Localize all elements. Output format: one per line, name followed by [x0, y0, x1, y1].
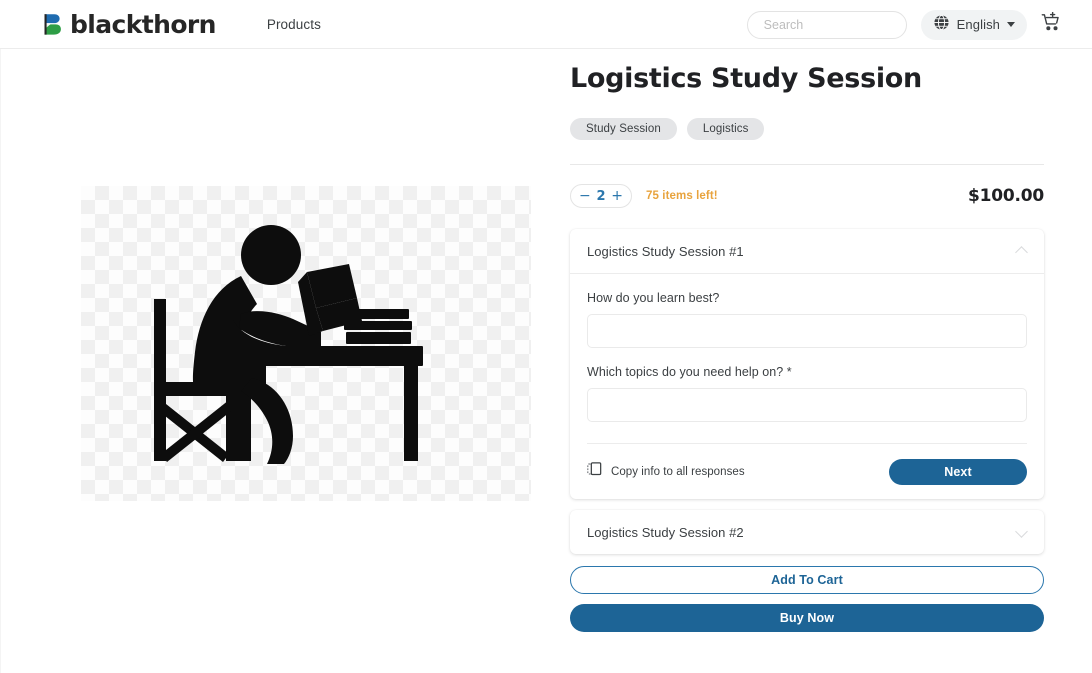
session-accordion-2: Logistics Study Session #2 [570, 510, 1044, 554]
form-field-topics-help: Which topics do you need help on? * [587, 348, 1027, 422]
product-image[interactable] [81, 186, 531, 501]
site-header: blackthorn Products Search English [0, 0, 1092, 49]
search-input[interactable] [763, 17, 925, 32]
session-accordion-1-body: How do you learn best? Which topics do y… [570, 274, 1044, 499]
quantity-value: 2 [596, 188, 606, 204]
items-left-status: 75 items left! [646, 190, 718, 202]
chevron-up-icon[interactable] [1017, 246, 1028, 257]
add-to-cart-button[interactable]: Add To Cart [570, 566, 1044, 594]
chevron-down-icon [1007, 22, 1015, 27]
globe-icon [933, 14, 950, 36]
header-actions: English [746, 0, 1062, 49]
brand-logo[interactable]: blackthorn [42, 12, 216, 37]
form-field-topics-help-input[interactable] [587, 388, 1027, 422]
language-label: English [956, 17, 1000, 32]
next-button[interactable]: Next [889, 458, 1027, 485]
cart-button[interactable] [1041, 11, 1062, 38]
session-accordion-2-header[interactable]: Logistics Study Session #2 [570, 510, 1044, 554]
add-shopping-cart-icon [1041, 11, 1062, 38]
product-media-column [0, 49, 546, 673]
form-field-learn-best-label: How do you learn best? [587, 291, 720, 305]
buy-now-button[interactable]: Buy Now [570, 604, 1044, 632]
search-box[interactable] [746, 10, 940, 39]
page-body: Logistics Study Session Study Session Lo… [0, 49, 1092, 673]
copy-info-label: Copy info to all responses [611, 465, 745, 478]
tag-logistics[interactable]: Logistics [686, 118, 765, 140]
nav-item-products[interactable]: Products [267, 17, 321, 32]
session-accordion-1: Logistics Study Session #1 How do you le… [570, 229, 1044, 499]
chevron-down-icon[interactable] [1017, 527, 1028, 538]
quantity-decrement-button[interactable]: − [579, 189, 591, 203]
tag-list: Study Session Logistics [570, 118, 1044, 140]
session-accordion-2-title: Logistics Study Session #2 [587, 524, 744, 540]
quantity-increment-button[interactable]: + [611, 189, 623, 203]
form-field-topics-help-label: Which topics do you need help on? * [587, 365, 792, 379]
form-field-learn-best-input[interactable] [587, 314, 1027, 348]
blackthorn-logo-icon [42, 12, 67, 37]
copy-icon [587, 461, 602, 482]
quantity-stepper[interactable]: − 2 + [570, 184, 632, 208]
form-field-learn-best: How do you learn best? [587, 274, 1027, 348]
brand-wordmark: blackthorn [70, 9, 216, 39]
language-selector[interactable]: English [920, 9, 1027, 40]
product-price: $100.00 [967, 186, 1044, 206]
section-divider [570, 164, 1044, 165]
tag-study-session[interactable]: Study Session [570, 118, 677, 140]
session-accordion-1-footer: Copy info to all responses Next [587, 443, 1027, 499]
product-details-column: Logistics Study Session Study Session Lo… [546, 49, 1092, 673]
quantity-price-row: − 2 + 75 items left! $100.00 [570, 184, 1044, 208]
copy-info-button[interactable]: Copy info to all responses [587, 461, 745, 482]
page-title: Logistics Study Session [570, 63, 922, 94]
session-accordion-1-title: Logistics Study Session #1 [587, 243, 744, 259]
session-accordion-1-header[interactable]: Logistics Study Session #1 [570, 229, 1044, 273]
